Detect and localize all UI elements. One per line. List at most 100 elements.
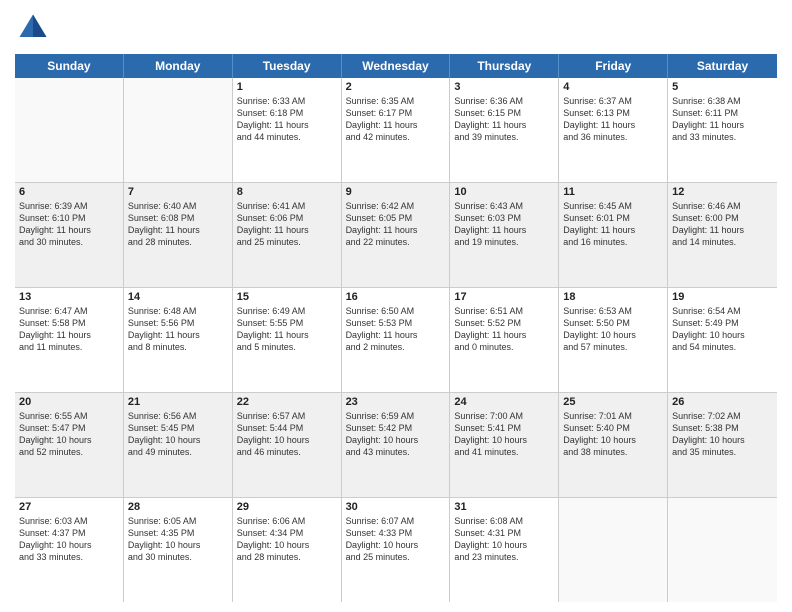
calendar-cell: 9Sunrise: 6:42 AMSunset: 6:05 PMDaylight… [342, 183, 451, 287]
calendar-week: 1Sunrise: 6:33 AMSunset: 6:18 PMDaylight… [15, 78, 777, 183]
cell-line: Sunrise: 6:37 AM [563, 95, 663, 107]
cell-line: Daylight: 11 hours [346, 329, 446, 341]
cell-line: Sunrise: 7:01 AM [563, 410, 663, 422]
cell-line: Sunrise: 7:02 AM [672, 410, 773, 422]
cell-line: Sunset: 4:37 PM [19, 527, 119, 539]
cell-line: Sunset: 5:40 PM [563, 422, 663, 434]
calendar-cell [124, 78, 233, 182]
cell-line: and 0 minutes. [454, 341, 554, 353]
cell-line: Sunset: 6:03 PM [454, 212, 554, 224]
cell-line: Daylight: 10 hours [19, 539, 119, 551]
cell-line: Sunset: 6:17 PM [346, 107, 446, 119]
weekday-header: Sunday [15, 54, 124, 78]
cell-line: Sunrise: 6:39 AM [19, 200, 119, 212]
cell-line: Sunset: 5:41 PM [454, 422, 554, 434]
day-number: 15 [237, 291, 337, 303]
calendar-cell: 5Sunrise: 6:38 AMSunset: 6:11 PMDaylight… [668, 78, 777, 182]
cell-line: Sunrise: 7:00 AM [454, 410, 554, 422]
cell-line: and 36 minutes. [563, 131, 663, 143]
cell-line: Sunset: 5:50 PM [563, 317, 663, 329]
day-number: 10 [454, 186, 554, 198]
day-number: 16 [346, 291, 446, 303]
day-number: 22 [237, 396, 337, 408]
cell-line: and 5 minutes. [237, 341, 337, 353]
cell-line: Sunset: 4:31 PM [454, 527, 554, 539]
day-number: 4 [563, 81, 663, 93]
cell-line: Daylight: 10 hours [563, 329, 663, 341]
calendar-cell: 11Sunrise: 6:45 AMSunset: 6:01 PMDayligh… [559, 183, 668, 287]
calendar-cell [15, 78, 124, 182]
cell-line: Daylight: 10 hours [672, 329, 773, 341]
day-number: 28 [128, 501, 228, 513]
cell-line: Sunset: 6:05 PM [346, 212, 446, 224]
calendar-cell: 22Sunrise: 6:57 AMSunset: 5:44 PMDayligh… [233, 393, 342, 497]
calendar-cell: 20Sunrise: 6:55 AMSunset: 5:47 PMDayligh… [15, 393, 124, 497]
day-number: 2 [346, 81, 446, 93]
cell-line: Sunrise: 6:49 AM [237, 305, 337, 317]
calendar-cell: 1Sunrise: 6:33 AMSunset: 6:18 PMDaylight… [233, 78, 342, 182]
weekday-header: Friday [559, 54, 668, 78]
cell-line: Sunset: 6:15 PM [454, 107, 554, 119]
cell-line: and 46 minutes. [237, 446, 337, 458]
cell-line: Sunrise: 6:38 AM [672, 95, 773, 107]
cell-line: Sunrise: 6:50 AM [346, 305, 446, 317]
cell-line: Daylight: 11 hours [346, 224, 446, 236]
cell-line: Daylight: 11 hours [563, 119, 663, 131]
calendar-cell: 7Sunrise: 6:40 AMSunset: 6:08 PMDaylight… [124, 183, 233, 287]
calendar-cell: 31Sunrise: 6:08 AMSunset: 4:31 PMDayligh… [450, 498, 559, 602]
day-number: 17 [454, 291, 554, 303]
cell-line: Sunset: 5:44 PM [237, 422, 337, 434]
calendar-body: 1Sunrise: 6:33 AMSunset: 6:18 PMDaylight… [15, 78, 777, 602]
weekday-header: Monday [124, 54, 233, 78]
cell-line: and 25 minutes. [346, 551, 446, 563]
cell-line: Sunset: 4:34 PM [237, 527, 337, 539]
cell-line: Daylight: 10 hours [128, 539, 228, 551]
cell-line: and 54 minutes. [672, 341, 773, 353]
cell-line: Sunrise: 6:03 AM [19, 515, 119, 527]
cell-line: and 19 minutes. [454, 236, 554, 248]
cell-line: Sunset: 4:35 PM [128, 527, 228, 539]
cell-line: and 30 minutes. [19, 236, 119, 248]
calendar-cell: 13Sunrise: 6:47 AMSunset: 5:58 PMDayligh… [15, 288, 124, 392]
cell-line: Sunrise: 6:51 AM [454, 305, 554, 317]
day-number: 13 [19, 291, 119, 303]
day-number: 27 [19, 501, 119, 513]
cell-line: and 41 minutes. [454, 446, 554, 458]
cell-line: Sunrise: 6:41 AM [237, 200, 337, 212]
cell-line: and 28 minutes. [237, 551, 337, 563]
cell-line: and 44 minutes. [237, 131, 337, 143]
cell-line: Sunrise: 6:40 AM [128, 200, 228, 212]
cell-line: Daylight: 11 hours [237, 119, 337, 131]
day-number: 24 [454, 396, 554, 408]
cell-line: and 22 minutes. [346, 236, 446, 248]
cell-line: Sunrise: 6:55 AM [19, 410, 119, 422]
day-number: 20 [19, 396, 119, 408]
cell-line: Sunrise: 6:54 AM [672, 305, 773, 317]
calendar-cell: 28Sunrise: 6:05 AMSunset: 4:35 PMDayligh… [124, 498, 233, 602]
cell-line: Daylight: 10 hours [346, 434, 446, 446]
day-number: 1 [237, 81, 337, 93]
cell-line: Sunrise: 6:47 AM [19, 305, 119, 317]
cell-line: Sunset: 4:33 PM [346, 527, 446, 539]
cell-line: Sunset: 6:01 PM [563, 212, 663, 224]
cell-line: Daylight: 11 hours [454, 224, 554, 236]
cell-line: Sunrise: 6:59 AM [346, 410, 446, 422]
cell-line: and 28 minutes. [128, 236, 228, 248]
cell-line: Daylight: 10 hours [237, 434, 337, 446]
cell-line: and 2 minutes. [346, 341, 446, 353]
cell-line: Sunrise: 6:43 AM [454, 200, 554, 212]
calendar-cell: 3Sunrise: 6:36 AMSunset: 6:15 PMDaylight… [450, 78, 559, 182]
cell-line: and 38 minutes. [563, 446, 663, 458]
calendar-cell: 24Sunrise: 7:00 AMSunset: 5:41 PMDayligh… [450, 393, 559, 497]
calendar-header: SundayMondayTuesdayWednesdayThursdayFrid… [15, 54, 777, 78]
day-number: 26 [672, 396, 773, 408]
cell-line: Sunrise: 6:48 AM [128, 305, 228, 317]
cell-line: Sunset: 5:49 PM [672, 317, 773, 329]
cell-line: Sunset: 5:56 PM [128, 317, 228, 329]
cell-line: and 16 minutes. [563, 236, 663, 248]
cell-line: and 30 minutes. [128, 551, 228, 563]
weekday-header: Wednesday [342, 54, 451, 78]
day-number: 18 [563, 291, 663, 303]
day-number: 3 [454, 81, 554, 93]
cell-line: and 8 minutes. [128, 341, 228, 353]
